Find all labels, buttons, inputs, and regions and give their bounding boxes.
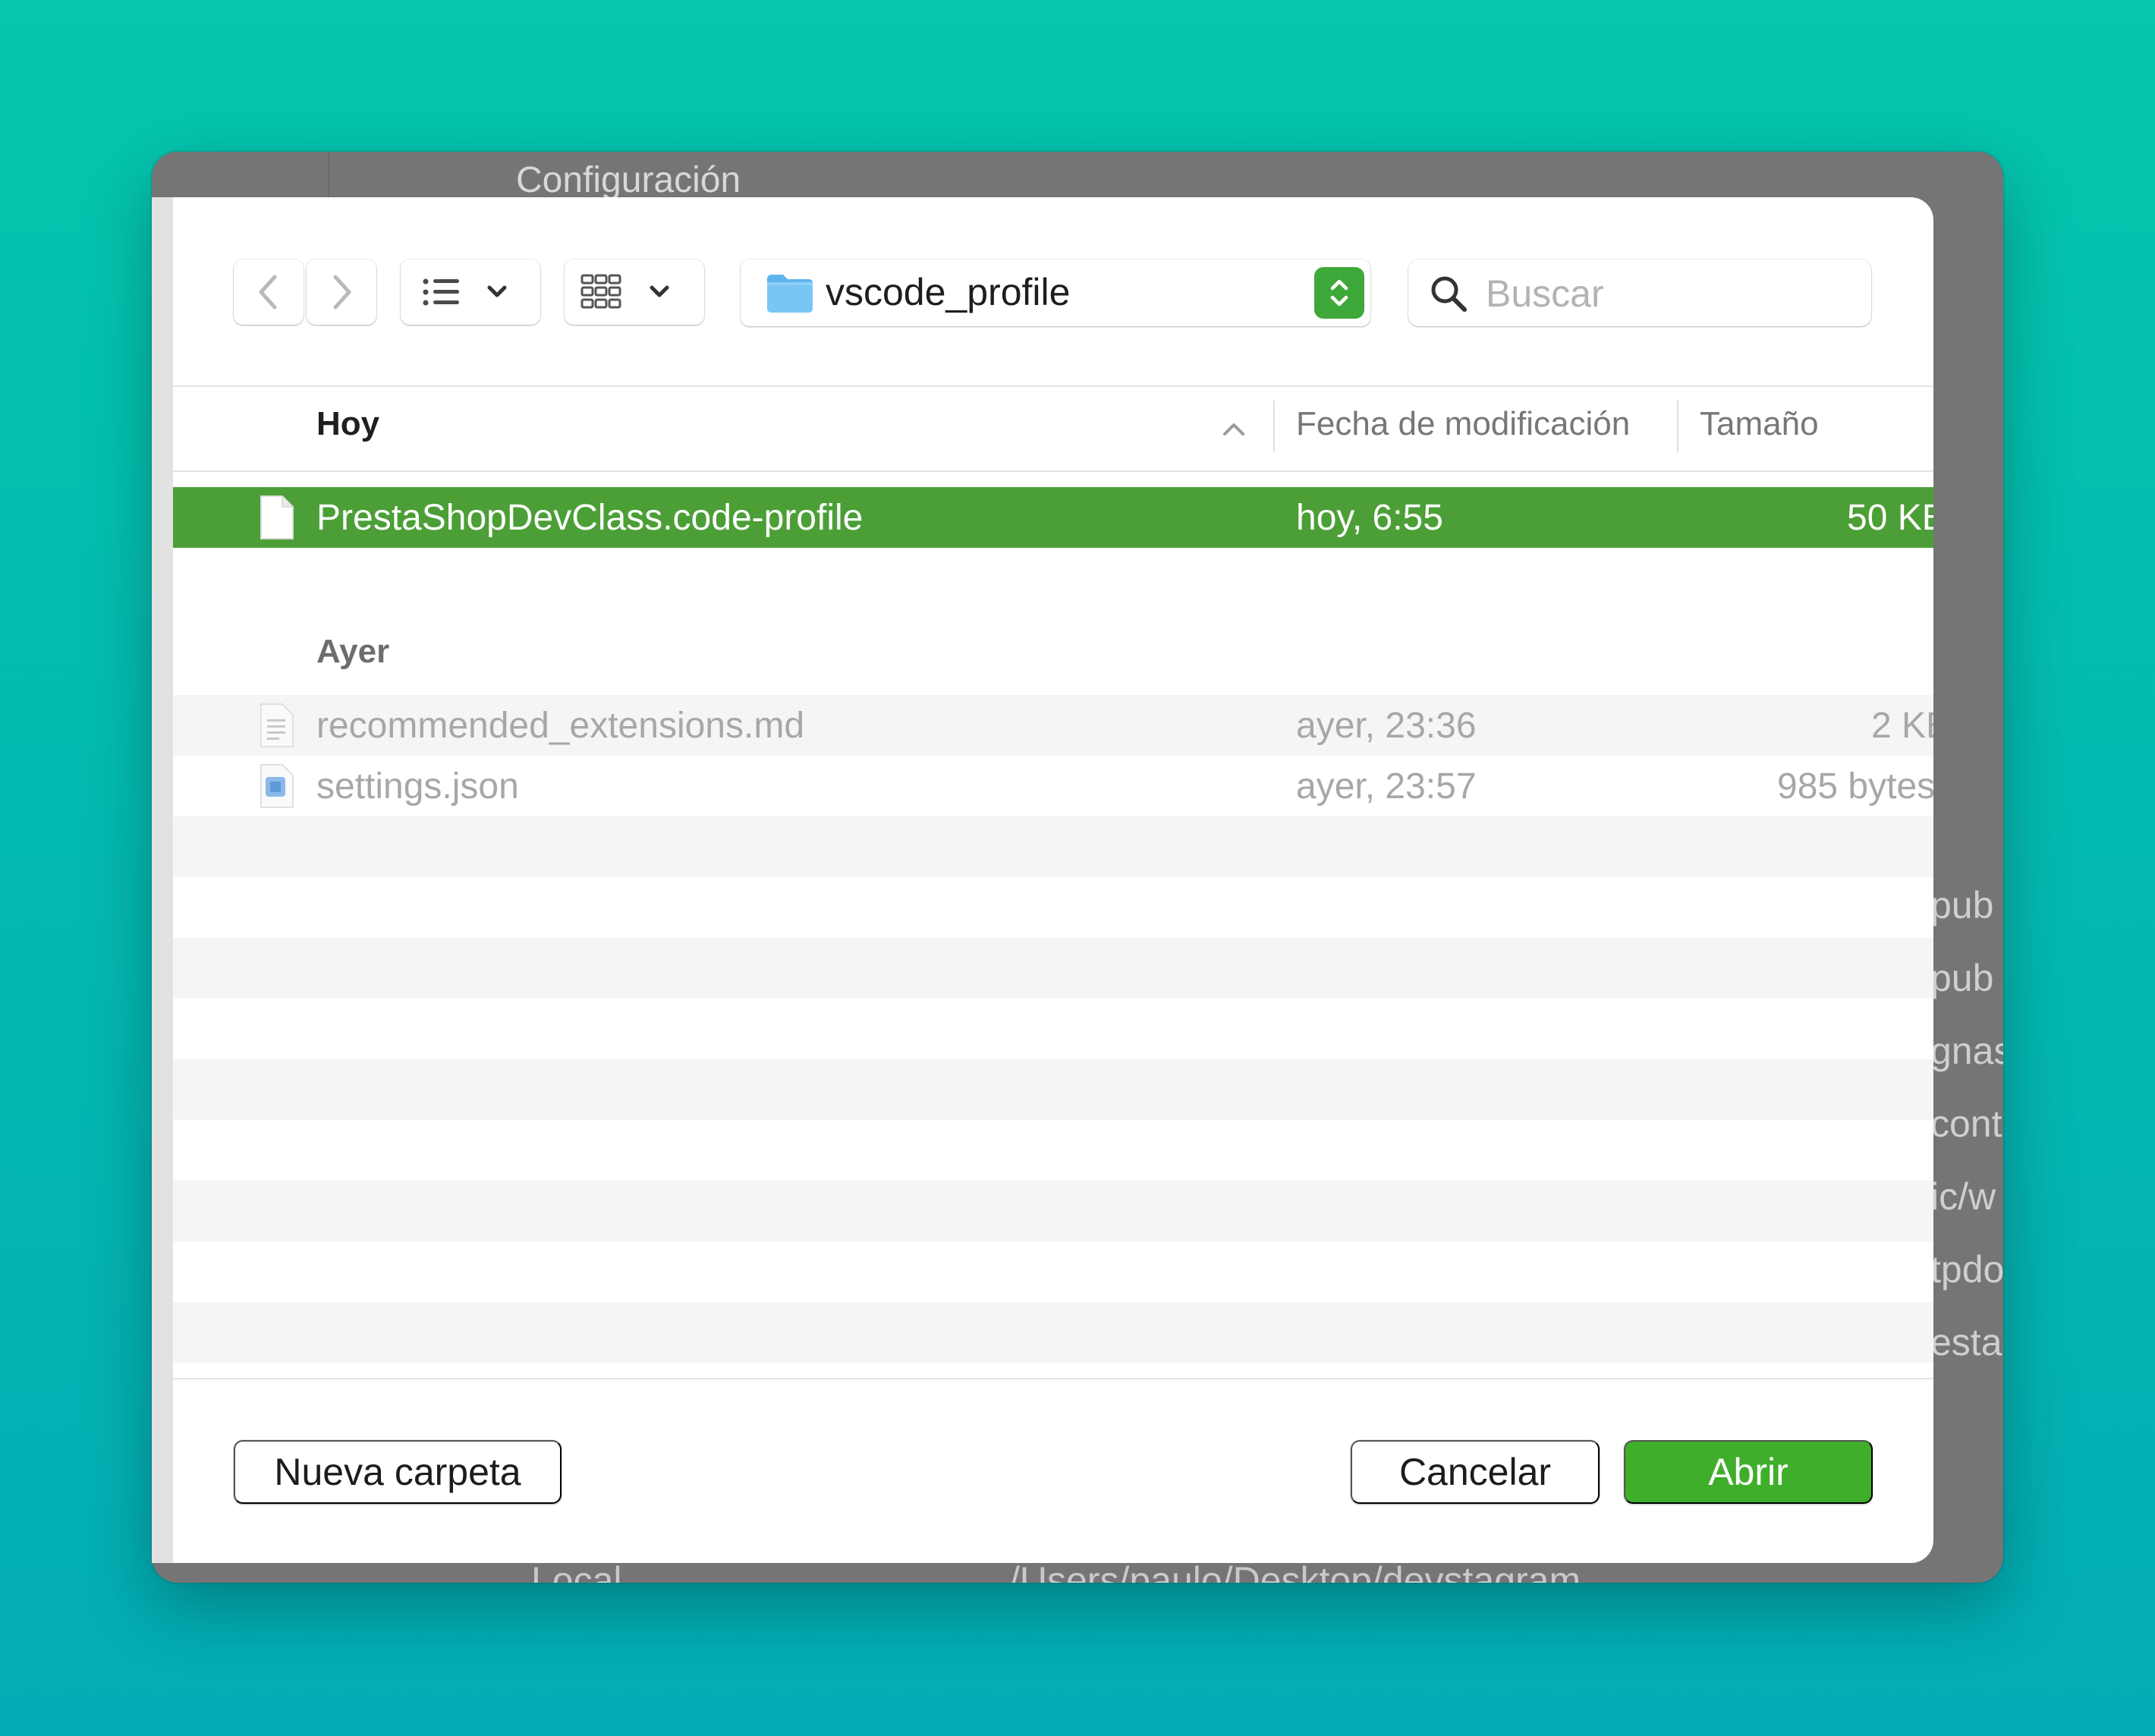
dialog-left-edge: [152, 197, 173, 1563]
grid-view-icon: [580, 274, 669, 309]
group-header-ayer: Ayer: [316, 633, 390, 670]
file-row[interactable]: settings.json ayer, 23:57 985 bytes: [173, 756, 1933, 816]
background-text-fragment: pub: [1930, 884, 1994, 926]
header-divider: [173, 470, 1933, 472]
file-modified: ayer, 23:57: [1296, 766, 1477, 807]
footer-divider: [173, 1378, 1933, 1379]
location-stepper[interactable]: [1314, 267, 1364, 319]
back-button[interactable]: [234, 259, 304, 325]
column-separator: [1677, 401, 1678, 452]
row-stripe: [173, 938, 1933, 999]
list-view-icon: [423, 278, 507, 306]
file-size: 2 KB: [1871, 706, 1933, 746]
markdown-file-icon: [260, 703, 294, 747]
list-view-button[interactable]: [401, 259, 540, 325]
cancel-button[interactable]: Cancelar: [1351, 1440, 1600, 1504]
document-icon: [260, 495, 294, 539]
background-window-title: Configuración: [516, 160, 741, 200]
location-label: vscode_profile: [826, 271, 1071, 313]
background-text-fragment: esta: [1930, 1321, 2002, 1363]
file-modified: hoy, 6:55: [1296, 498, 1443, 538]
chevron-left-icon: [259, 275, 277, 310]
new-folder-button[interactable]: Nueva carpeta: [234, 1440, 562, 1504]
search-field[interactable]: [1408, 259, 1871, 326]
grid-view-button[interactable]: [565, 259, 704, 325]
column-separator: [1273, 401, 1275, 452]
open-button[interactable]: Abrir: [1624, 1440, 1873, 1504]
file-name: recommended_extensions.md: [316, 706, 805, 746]
file-name: settings.json: [316, 766, 519, 807]
toolbar-divider: [173, 385, 1933, 387]
column-header-modified[interactable]: Fecha de modificación: [1296, 405, 1630, 443]
row-stripe: [173, 1181, 1933, 1241]
file-modified: ayer, 23:36: [1296, 706, 1477, 746]
location-popup[interactable]: vscode_profile: [741, 259, 1370, 326]
file-size: 50 KB: [1847, 498, 1933, 538]
file-row[interactable]: PrestaShopDevClass.code-profile hoy, 6:5…: [173, 487, 1933, 548]
background-text-fragment: conte: [1930, 1102, 2003, 1145]
file-size: 985 bytes: [1777, 766, 1933, 807]
window-divider: [328, 152, 329, 197]
forward-button[interactable]: [307, 259, 376, 325]
background-text-fragment: tpdo: [1930, 1248, 2003, 1291]
json-file-icon: [260, 764, 294, 808]
open-file-dialog: vscode_profile Hoy Fecha de modificación…: [173, 197, 1933, 1563]
row-stripe: [173, 1302, 1933, 1363]
background-text-fragment: ic/w: [1930, 1175, 1996, 1218]
search-icon: [1431, 276, 1467, 312]
search-input[interactable]: [1484, 270, 1851, 317]
background-text-fragment: pub: [1930, 957, 1994, 999]
file-name: PrestaShopDevClass.code-profile: [316, 498, 864, 538]
row-stripe: [173, 1059, 1933, 1120]
background-text-fragment: gnas: [1930, 1030, 2003, 1072]
column-header-size[interactable]: Tamaño: [1700, 405, 1819, 443]
file-row[interactable]: recommended_extensions.md ayer, 23:36 2 …: [173, 695, 1933, 756]
column-header-name[interactable]: Hoy: [316, 405, 379, 443]
sort-ascending-icon: [1223, 423, 1244, 436]
chevron-right-icon: [333, 275, 351, 310]
up-down-chevron-icon: [1330, 279, 1348, 307]
folder-icon: [767, 275, 813, 313]
row-stripe: [173, 816, 1933, 877]
